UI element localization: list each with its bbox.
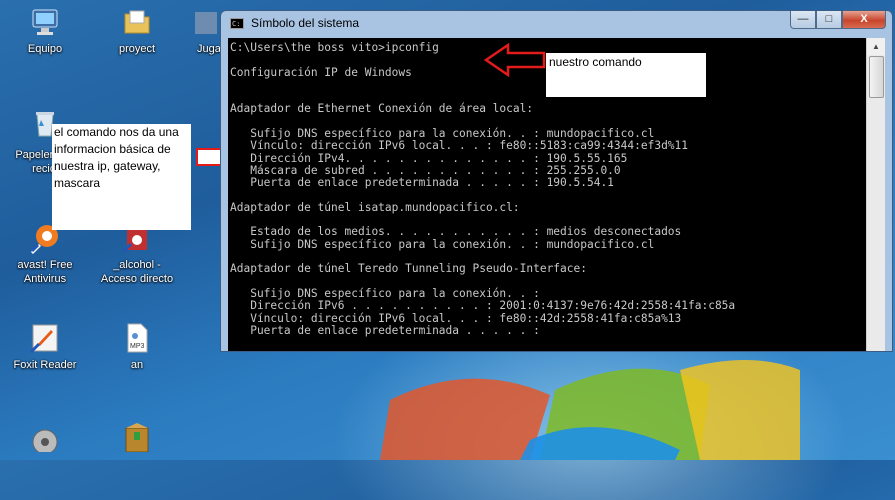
windows-logo-wallpaper xyxy=(380,360,800,460)
vertical-scrollbar[interactable]: ▲ xyxy=(866,38,885,351)
console-line: Puerta de enlace predeterminada . . . . … xyxy=(230,176,614,190)
desktop-icon-label: avast! Free Antivirus xyxy=(17,259,73,285)
console-line: Puerta de enlace predeterminada . . . . … xyxy=(230,323,540,337)
cmd-app-icon: C: xyxy=(230,18,244,29)
console-line: Adaptador de túnel Teredo Tunneling Pseu… xyxy=(230,262,587,276)
desktop-icon-label: proyect xyxy=(118,43,156,55)
title-bar[interactable]: C: Símbolo del sistema — □ X xyxy=(221,11,892,37)
console-line: Configuración IP de Windows xyxy=(230,65,412,79)
desktop-icon-partial[interactable] xyxy=(5,420,85,460)
package-icon xyxy=(121,420,153,453)
console-line: Adaptador de túnel isatap.mundopacifico.… xyxy=(230,200,520,214)
console-line: Vínculo: dirección IPv6 local. . . : fe8… xyxy=(230,139,689,153)
desktop-icon-partial[interactable] xyxy=(97,420,177,460)
console-line: Sufijo DNS específico para la conexión. … xyxy=(230,127,655,141)
console-line: Máscara de subred . . . . . . . . . . . … xyxy=(230,163,621,177)
desktop-icon-alcohol[interactable]: _alcohol - Acceso directo xyxy=(97,222,177,286)
desktop-icon-an[interactable]: MP3 an xyxy=(97,322,177,372)
desktop-icon-avast[interactable]: avast! Free Antivirus xyxy=(5,222,85,286)
scroll-up-arrow-icon[interactable]: ▲ xyxy=(867,38,885,55)
console-line: Dirección IPv6 . . . . . . . . . . : 200… xyxy=(230,299,736,313)
desktop-icon-label: an xyxy=(130,359,144,371)
console-line: Sufijo DNS específico para la conexión. … xyxy=(230,237,655,251)
description-note: el comando nos da una informacion básica… xyxy=(52,124,191,230)
console-line: Vínculo: dirección IPv6 local. . . : fe8… xyxy=(230,311,682,325)
maximize-button[interactable]: □ xyxy=(816,11,842,29)
minimize-button[interactable]: — xyxy=(790,11,816,29)
folder-icon xyxy=(121,6,153,38)
console-line: Sufijo DNS específico para la conexión. … xyxy=(230,286,540,300)
mp3-file-icon: MP3 xyxy=(121,322,153,354)
scrollbar-thumb[interactable] xyxy=(869,56,884,98)
console-line: Dirección IPv4. . . . . . . . . . . . . … xyxy=(230,151,628,165)
left-arrow-icon xyxy=(484,43,546,77)
desktop-icon-equipo[interactable]: Equipo xyxy=(5,6,85,56)
desktop-icon-juga[interactable]: Juga xyxy=(175,6,225,56)
command-note: nuestro comando xyxy=(546,53,706,97)
close-button[interactable]: X xyxy=(842,11,886,29)
svg-text:MP3: MP3 xyxy=(130,343,145,350)
window-title: Símbolo del sistema xyxy=(251,16,360,30)
desktop-icon-label: Juga xyxy=(197,43,221,55)
window-controls: — □ X xyxy=(790,11,886,29)
desktop-icon-label: Equipo xyxy=(27,43,63,55)
console-line: C:\Users\the boss vito>ipconfig xyxy=(230,41,439,54)
disc-icon xyxy=(29,420,61,455)
desktop-icon-label: Foxit Reader xyxy=(13,359,77,371)
game-icon xyxy=(189,6,221,38)
console-line: Estado de los medios. . . . . . . . . . … xyxy=(230,225,682,239)
desktop-icon-foxit[interactable]: Foxit Reader xyxy=(5,322,85,372)
desktop-icon-label: _alcohol - Acceso directo xyxy=(100,259,174,285)
desktop-icon-proyect[interactable]: proyect xyxy=(97,6,177,56)
foxit-reader-icon xyxy=(29,322,61,354)
computer-icon xyxy=(29,6,61,38)
console-line: Adaptador de Ethernet Conexión de área l… xyxy=(230,102,534,116)
